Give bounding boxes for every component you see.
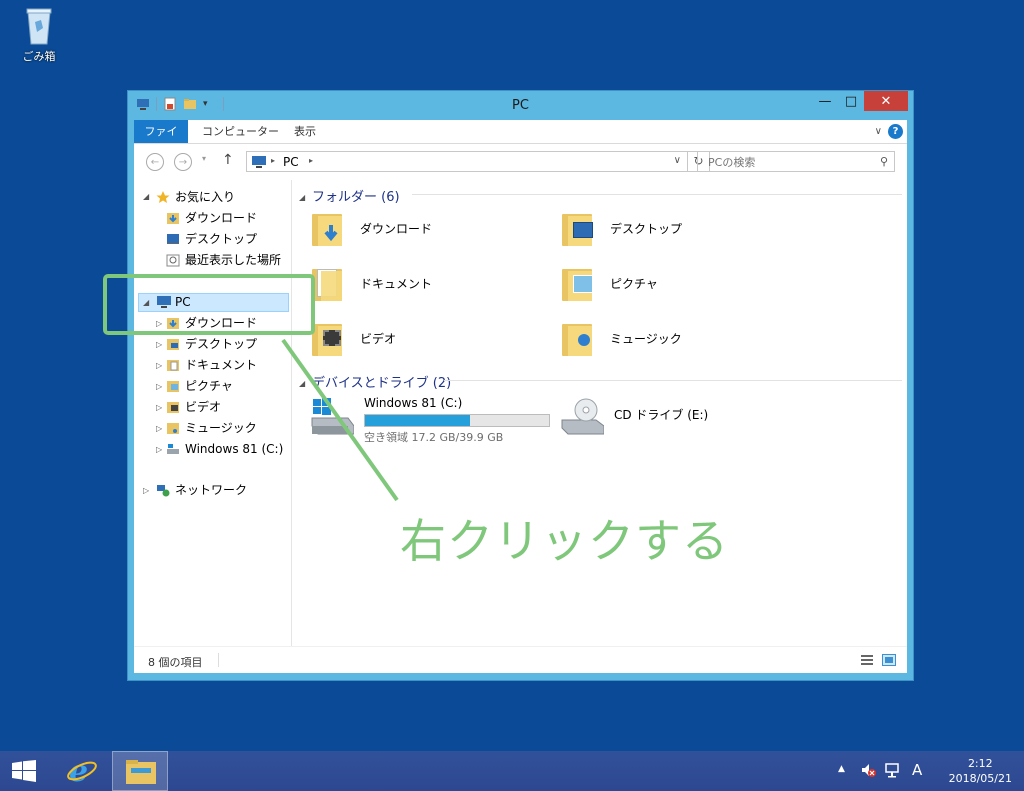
taskbar: e ▲ A 2:12 2018/05/21 (0, 751, 1024, 791)
volume-muted-icon[interactable] (860, 762, 876, 781)
show-hidden-icons-icon[interactable]: ▲ (838, 764, 845, 774)
internet-explorer-icon: e (67, 754, 97, 786)
annotation-connector (281, 338, 399, 502)
windows-logo-icon (12, 760, 36, 782)
network-tray-icon[interactable] (884, 762, 900, 781)
clock-date: 2018/05/21 (948, 772, 1012, 785)
file-explorer-button[interactable] (112, 751, 168, 791)
clock[interactable]: 2:12 2018/05/21 (949, 756, 1012, 786)
annotation-text: 右クリックする (400, 514, 729, 568)
clock-time: 2:12 (967, 757, 993, 770)
start-button[interactable] (0, 751, 50, 791)
file-explorer-icon (126, 760, 156, 784)
ie-button[interactable]: e (58, 751, 104, 791)
ime-indicator[interactable]: A (912, 761, 922, 779)
